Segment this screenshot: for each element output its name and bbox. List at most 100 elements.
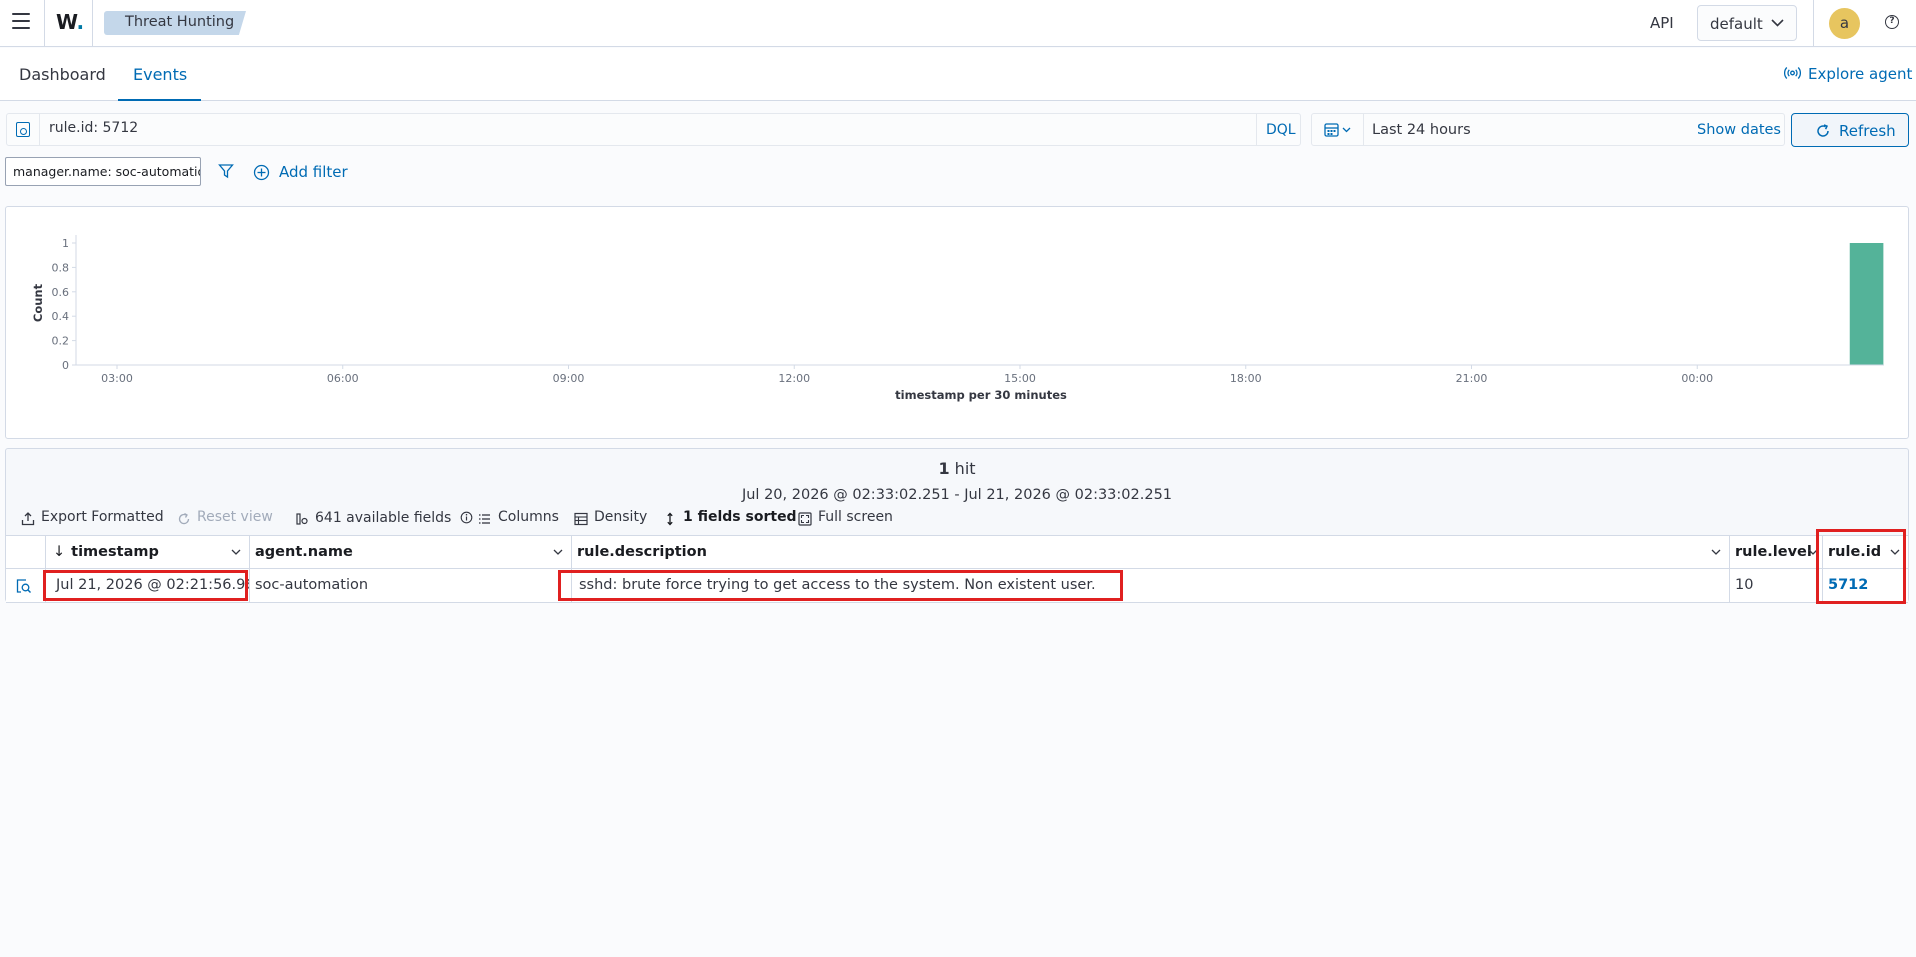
hit-count-label: hit: [949, 459, 976, 478]
column-header-rule-description[interactable]: rule.description: [572, 536, 1730, 568]
reset-view-button[interactable]: Reset view: [177, 509, 273, 525]
y-tick-label: 1: [62, 237, 69, 250]
grid-header-row: ↓ timestamp agent.name rule.description r…: [6, 535, 1908, 569]
explore-agent-label: Explore agent: [1808, 65, 1913, 83]
refresh-label: Refresh: [1839, 122, 1896, 140]
help-icon[interactable]: ?: [1885, 15, 1899, 29]
data-grid: ↓ timestamp agent.name rule.description r…: [6, 529, 1908, 604]
x-tick-label: 09:00: [553, 372, 585, 385]
column-title: rule.description: [577, 544, 707, 560]
y-tick-label: 0: [62, 359, 69, 372]
histogram-chart[interactable]: 0 0.2 0.4 0.6 0.8 1 03:00 06:00 09:00 12:00 15:00…: [6, 207, 1908, 438]
logo-letter: W: [56, 10, 77, 34]
calendar-icon: [1324, 123, 1351, 137]
export-formatted-button[interactable]: Export Formatted: [21, 509, 164, 526]
top-header: W. Threat Hunting API default a ?: [0, 0, 1916, 47]
export-icon: [21, 512, 35, 526]
cell-agent-name[interactable]: soc-automation: [250, 569, 572, 602]
header-divider: [44, 0, 45, 46]
highlight-box-description: [558, 570, 1123, 601]
reset-icon: [178, 512, 190, 525]
chevron-down-icon[interactable]: [231, 549, 241, 556]
show-dates-link[interactable]: Show dates: [1697, 122, 1781, 138]
breadcrumb-threat-hunting[interactable]: Threat Hunting: [104, 11, 246, 35]
filter-pill-manager-name[interactable]: manager.name: soc-automation: [5, 157, 201, 186]
histogram-bar[interactable]: [1849, 243, 1884, 365]
x-tick-label: 15:00: [1004, 372, 1036, 385]
full-screen-label: Full screen: [818, 509, 893, 525]
filter-options-icon[interactable]: [218, 163, 234, 183]
fields-icon: [296, 513, 308, 525]
saved-query-icon[interactable]: [16, 122, 30, 137]
query-divider: [39, 114, 40, 145]
sort-fields-button[interactable]: 1 fields sorted: [663, 509, 797, 526]
x-tick-label: 12:00: [778, 372, 810, 385]
header-divider: [1813, 0, 1814, 46]
tab-dashboard[interactable]: Dashboard: [19, 65, 106, 84]
chevron-down-icon: [1771, 19, 1784, 27]
header-divider: [92, 0, 93, 46]
columns-label: Columns: [498, 509, 559, 525]
app-logo[interactable]: W.: [56, 10, 84, 34]
api-link[interactable]: API: [1650, 14, 1674, 32]
column-header-rule-level[interactable]: rule.level: [1730, 536, 1823, 568]
full-screen-button[interactable]: Full screen: [798, 509, 893, 526]
cell-rule-level[interactable]: 10: [1730, 569, 1823, 602]
column-header-timestamp[interactable]: ↓ timestamp: [46, 536, 250, 568]
info-icon[interactable]: [460, 511, 473, 524]
hit-count-number: 1: [938, 459, 950, 478]
density-button[interactable]: Density: [574, 509, 648, 526]
y-axis-title: Count: [31, 283, 45, 322]
column-title: timestamp: [71, 544, 159, 560]
chevron-down-icon[interactable]: [1711, 549, 1721, 556]
y-tick-label: 0.6: [52, 286, 70, 299]
sort-icon: [667, 512, 673, 526]
available-fields-button[interactable]: 641 available fields: [295, 509, 473, 526]
list-icon: [479, 514, 490, 524]
refresh-icon: [1817, 124, 1829, 137]
column-title: rule.level: [1735, 544, 1812, 560]
add-filter-button[interactable]: Add filter: [253, 163, 348, 181]
hit-count: 1 hit: [6, 459, 1908, 478]
time-range-display[interactable]: Last 24 hours: [1372, 122, 1471, 138]
add-filter-label: Add filter: [279, 163, 348, 181]
date-quick-select[interactable]: [1324, 122, 1354, 142]
query-bar: rule.id: 5712 DQL: [6, 113, 1313, 146]
tenant-value: default: [1710, 15, 1763, 33]
export-label: Export Formatted: [41, 509, 164, 525]
results-panel: 1 hit Jul 20, 2026 @ 02:33:02.251 - Jul …: [5, 448, 1909, 604]
tabs-bar: Dashboard Events Explore agent: [0, 48, 1916, 101]
table-density-icon: [574, 512, 588, 526]
column-header-agent-name[interactable]: agent.name: [250, 536, 572, 568]
available-fields-label: 641 available fields: [315, 510, 452, 526]
logo-dot: .: [76, 10, 85, 34]
broadcast-icon: [1784, 67, 1801, 79]
density-label: Density: [594, 509, 648, 525]
refresh-button[interactable]: Refresh: [1791, 113, 1909, 147]
breadcrumb-label: Threat Hunting: [125, 14, 235, 30]
highlight-box-rule-id: [1816, 529, 1906, 604]
plus-circle-icon: [253, 164, 270, 181]
sort-arrow-down-icon: ↓: [53, 544, 66, 560]
dql-toggle[interactable]: DQL: [1266, 122, 1296, 138]
result-time-range: Jul 20, 2026 @ 02:33:02.251 - Jul 21, 20…: [741, 487, 1173, 503]
tenant-selector[interactable]: default: [1697, 5, 1797, 41]
x-tick-label: 21:00: [1456, 372, 1488, 385]
highlight-box-timestamp: [43, 570, 248, 601]
query-divider: [1256, 114, 1257, 145]
x-tick-label: 03:00: [101, 372, 133, 385]
search-input[interactable]: rule.id: 5712: [49, 120, 138, 136]
x-axis-title: timestamp per 30 minutes: [895, 388, 1067, 402]
time-picker: Last 24 hours Show dates: [1311, 113, 1785, 146]
inspect-document-icon[interactable]: [15, 578, 32, 594]
explore-agent-button[interactable]: Explore agent: [1784, 65, 1912, 83]
chevron-down-icon[interactable]: [553, 549, 563, 556]
time-divider: [1363, 114, 1364, 145]
menu-icon[interactable]: [12, 13, 30, 29]
header-control-cell: [6, 536, 46, 568]
avatar[interactable]: a: [1829, 8, 1860, 39]
columns-button[interactable]: Columns: [478, 509, 559, 525]
sorted-fields-label: 1 fields sorted: [683, 509, 797, 525]
tab-events[interactable]: Events: [133, 65, 187, 84]
row-control-cell: [6, 569, 46, 602]
